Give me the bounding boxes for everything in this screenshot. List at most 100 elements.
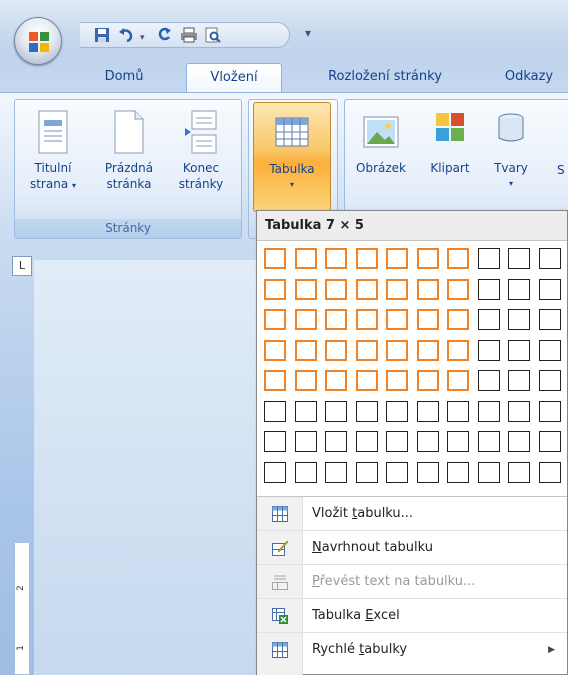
table-grid-cell[interactable] [447,339,469,361]
table-grid-cell[interactable] [538,400,561,422]
table-grid-cell[interactable] [325,309,347,330]
table-grid-cell[interactable] [447,278,469,300]
table-grid-cell[interactable] [508,400,530,422]
table-grid-cell[interactable] [325,339,347,361]
table-grid-cell[interactable] [264,309,286,330]
document-page[interactable] [34,260,274,675]
table-grid-cell[interactable] [416,339,439,361]
tab-page-layout[interactable]: Rozložení stránky [300,63,470,92]
table-grid-cell[interactable] [477,461,500,483]
clipart-button[interactable]: Klipart [419,102,481,176]
table-grid-cell[interactable] [416,248,439,269]
table-grid-cell[interactable] [538,461,561,483]
customize-qat-button[interactable]: ▾ [305,26,311,40]
table-grid-cell[interactable] [477,309,500,330]
redo-icon[interactable] [156,27,172,46]
table-grid-cell[interactable] [325,370,347,391]
menu-item-quick-tables[interactable]: Rychlé tabulky ▶ [257,632,567,666]
table-grid-cell[interactable] [264,339,286,361]
table-grid-cell[interactable] [355,370,378,391]
table-grid-cell[interactable] [325,461,347,483]
table-grid-cell[interactable] [477,400,500,422]
table-grid-cell[interactable] [264,370,286,391]
table-grid-cell[interactable] [447,309,469,330]
table-grid-cell[interactable] [416,309,439,330]
tab-home[interactable]: Domů [88,63,160,92]
table-grid-cell[interactable] [508,461,530,483]
table-grid-cell[interactable] [447,431,469,452]
table-grid-cell[interactable] [416,278,439,300]
table-grid-cell[interactable] [294,309,317,330]
table-grid-cell[interactable] [477,431,500,452]
undo-dropdown-icon[interactable]: ▾ [140,30,145,46]
tab-references[interactable]: Odkazy [490,63,568,92]
table-grid-cell[interactable] [294,400,317,422]
table-grid-cell[interactable] [416,461,439,483]
table-grid-cell[interactable] [386,461,408,483]
table-grid-cell[interactable] [264,400,286,422]
table-grid-cell[interactable] [294,339,317,361]
undo-icon[interactable] [118,27,136,46]
table-grid-cell[interactable] [538,370,561,391]
blank-page-button[interactable]: Prázdná stránka [93,102,165,192]
cover-page-button[interactable]: Titulní strana ▾ [19,102,87,194]
table-grid-cell[interactable] [325,248,347,269]
table-grid-cell[interactable] [294,461,317,483]
table-grid-cell[interactable] [294,431,317,452]
table-grid-cell[interactable] [355,309,378,330]
table-grid-cell[interactable] [477,339,500,361]
table-grid-cell[interactable] [538,278,561,300]
table-grid-cell[interactable] [447,370,469,391]
table-button[interactable]: Tabulka ▾ [253,102,331,212]
table-grid-cell[interactable] [325,431,347,452]
table-grid-cell[interactable] [508,248,530,269]
table-grid-cell[interactable] [386,278,408,300]
table-grid-cell[interactable] [355,400,378,422]
table-grid-cell[interactable] [264,278,286,300]
table-grid-cell[interactable] [508,370,530,391]
table-grid-cell[interactable] [508,309,530,330]
table-grid-cell[interactable] [386,400,408,422]
table-grid-cell[interactable] [264,431,286,452]
table-grid-cell[interactable] [355,461,378,483]
table-grid-cell[interactable] [294,278,317,300]
smartart-button[interactable]: S [557,162,568,178]
table-grid-cell[interactable] [386,370,408,391]
table-grid-cell[interactable] [294,370,317,391]
office-button[interactable] [14,17,62,65]
table-grid-cell[interactable] [416,431,439,452]
table-grid-cell[interactable] [538,248,561,269]
table-grid-cell[interactable] [416,370,439,391]
table-grid-cell[interactable] [355,431,378,452]
table-grid-cell[interactable] [386,248,408,269]
table-grid-cell[interactable] [538,339,561,361]
picture-button[interactable]: Obrázek [345,102,417,176]
table-grid-cell[interactable] [508,278,530,300]
table-grid-cell[interactable] [355,278,378,300]
tab-selector[interactable]: L [12,256,32,276]
table-grid-cell[interactable] [508,431,530,452]
print-preview-icon[interactable] [204,27,222,46]
table-grid-cell[interactable] [477,278,500,300]
table-grid-cell[interactable] [325,400,347,422]
table-grid-cell[interactable] [264,461,286,483]
table-grid-cell[interactable] [477,370,500,391]
menu-item-excel-table[interactable]: Tabulka Excel [257,598,567,632]
table-grid-cell[interactable] [538,431,561,452]
table-grid-cell[interactable] [264,248,286,269]
save-icon[interactable] [94,27,110,46]
print-icon[interactable] [180,27,198,46]
menu-item-insert-table[interactable]: Vložit tabulku... [257,496,567,530]
table-grid-cell[interactable] [325,278,347,300]
table-grid-cell[interactable] [416,400,439,422]
table-grid-cell[interactable] [355,339,378,361]
table-grid-cell[interactable] [538,309,561,330]
menu-item-convert-text[interactable]: Převést text na tabulku... [257,564,567,598]
shapes-button[interactable]: Tvary ▾ [485,102,537,192]
table-grid-cell[interactable] [447,248,469,269]
table-grid-cell[interactable] [386,431,408,452]
table-grid-cell[interactable] [477,248,500,269]
table-grid-cell[interactable] [386,339,408,361]
table-grid-cell[interactable] [508,339,530,361]
table-grid-cell[interactable] [386,309,408,330]
